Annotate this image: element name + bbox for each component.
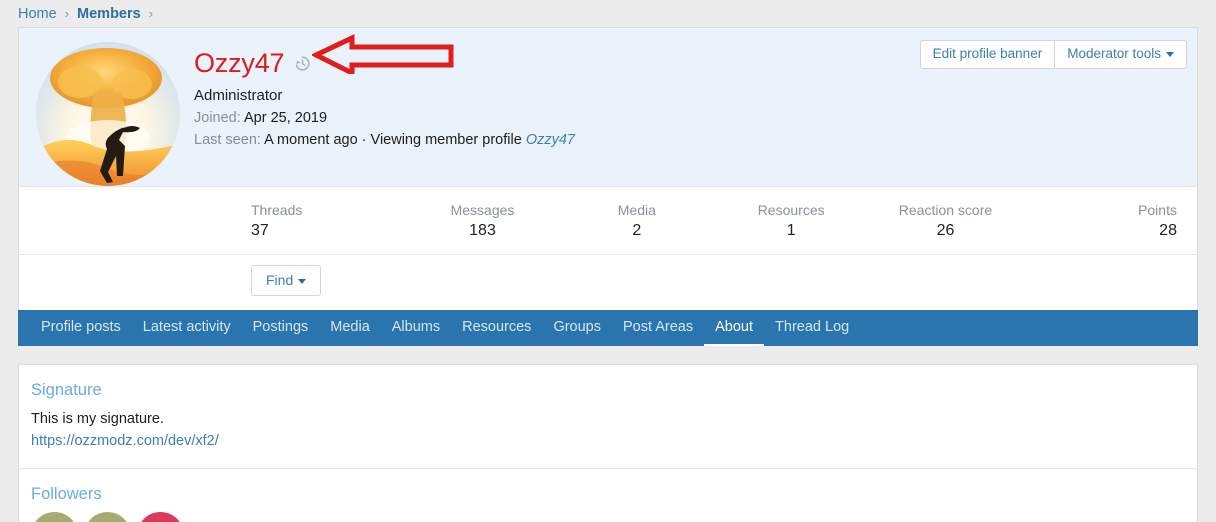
tab-media[interactable]: Media — [319, 310, 381, 346]
member-banner: Ozzy47 Administrator Joined: Apr 25, 201… — [19, 28, 1197, 187]
profile-actions: Edit profile banner Moderator tools — [919, 40, 1187, 69]
stat-messages: Messages 183 — [405, 200, 559, 242]
chevron-down-icon — [1166, 52, 1174, 57]
red-left-arrow-annotation — [312, 34, 454, 74]
profile-tabbar: Profile posts Latest activity Postings M… — [18, 310, 1198, 346]
joined-value: Apr 25, 2019 — [244, 110, 328, 126]
tab-post-areas[interactable]: Post Areas — [612, 310, 704, 346]
signature-title: Signature — [31, 381, 102, 399]
last-seen-label: Last seen: — [194, 132, 261, 148]
stat-label: Resources — [757, 202, 825, 218]
member-info-column: Ozzy47 Administrator Joined: Apr 25, 201… — [194, 28, 1197, 186]
follower-avatar[interactable]: F — [84, 512, 131, 522]
stat-reaction-score: Reaction score 26 — [868, 200, 1022, 242]
stat-value: 26 — [936, 222, 955, 239]
chevron-down-icon — [298, 279, 307, 284]
member-stats: Threads 37 Messages 183 Media 2 Resource… — [19, 187, 1197, 255]
edit-profile-banner-button[interactable]: Edit profile banner — [919, 40, 1056, 69]
signature-section: Signature This is my signature. https://… — [19, 365, 1197, 468]
mushroom-cloud-avatar-icon — [36, 42, 180, 186]
signature-link[interactable]: https://ozzmodz.com/dev/xf2/ — [31, 430, 1185, 452]
tab-latest-activity[interactable]: Latest activity — [132, 310, 242, 346]
find-row: Find — [19, 255, 1197, 310]
breadcrumb-separator-icon: › — [64, 6, 70, 21]
stat-value: 2 — [632, 222, 642, 239]
followers-title: Followers — [31, 485, 102, 503]
tab-postings[interactable]: Postings — [242, 310, 320, 346]
last-seen-value: A moment ago · Viewing member profile — [264, 132, 522, 148]
breadcrumb-item-members[interactable]: Members — [77, 6, 141, 22]
user-title: Administrator — [194, 87, 283, 104]
moderator-tools-label: Moderator tools — [1067, 46, 1161, 61]
tab-profile-posts[interactable]: Profile posts — [30, 310, 132, 346]
tab-thread-log[interactable]: Thread Log — [764, 310, 860, 346]
tab-albums[interactable]: Albums — [381, 310, 451, 346]
follower-avatar[interactable]: G — [31, 512, 78, 522]
breadcrumb: Home › Members › — [0, 0, 1216, 27]
tab-about[interactable]: About — [704, 310, 765, 346]
member-profile-card: Ozzy47 Administrator Joined: Apr 25, 201… — [18, 27, 1198, 310]
stat-value: 1 — [786, 222, 796, 239]
stat-value: 28 — [1159, 222, 1177, 239]
stat-label: Messages — [450, 202, 515, 218]
followers-list: G F H — [31, 512, 1185, 522]
stat-label: Media — [617, 202, 656, 218]
followers-section: Followers G F H — [19, 468, 1197, 522]
stat-label: Threads — [251, 202, 303, 218]
avatar[interactable] — [36, 42, 180, 186]
tab-groups[interactable]: Groups — [542, 310, 612, 346]
last-seen-profile-link[interactable]: Ozzy47 — [526, 132, 575, 148]
stat-label: Points — [1138, 202, 1177, 218]
signature-text: This is my signature. — [31, 411, 164, 427]
moderator-tools-button[interactable]: Moderator tools — [1055, 40, 1187, 69]
stat-value: 183 — [469, 222, 496, 239]
stat-media: Media 2 — [560, 200, 714, 242]
find-button[interactable]: Find — [251, 265, 322, 296]
follower-avatar[interactable]: H — [137, 512, 184, 522]
about-card: Signature This is my signature. https://… — [18, 364, 1198, 522]
find-label: Find — [266, 272, 294, 288]
breadcrumb-item-home[interactable]: Home — [18, 6, 57, 22]
stat-label: Reaction score — [898, 202, 993, 218]
stat-points: Points 28 — [1023, 200, 1177, 242]
joined-line: Joined: Apr 25, 2019 — [194, 110, 1185, 126]
last-seen-line: Last seen: A moment ago · Viewing member… — [194, 132, 1185, 148]
history-icon[interactable] — [293, 54, 312, 73]
joined-label: Joined: — [194, 110, 241, 126]
tab-resources[interactable]: Resources — [451, 310, 542, 346]
stat-threads: Threads 37 — [251, 200, 405, 242]
username[interactable]: Ozzy47 — [194, 49, 285, 77]
avatar-column — [19, 28, 194, 186]
stat-value: 37 — [251, 222, 269, 239]
breadcrumb-separator-icon: › — [148, 6, 154, 21]
stat-resources: Resources 1 — [714, 200, 868, 242]
